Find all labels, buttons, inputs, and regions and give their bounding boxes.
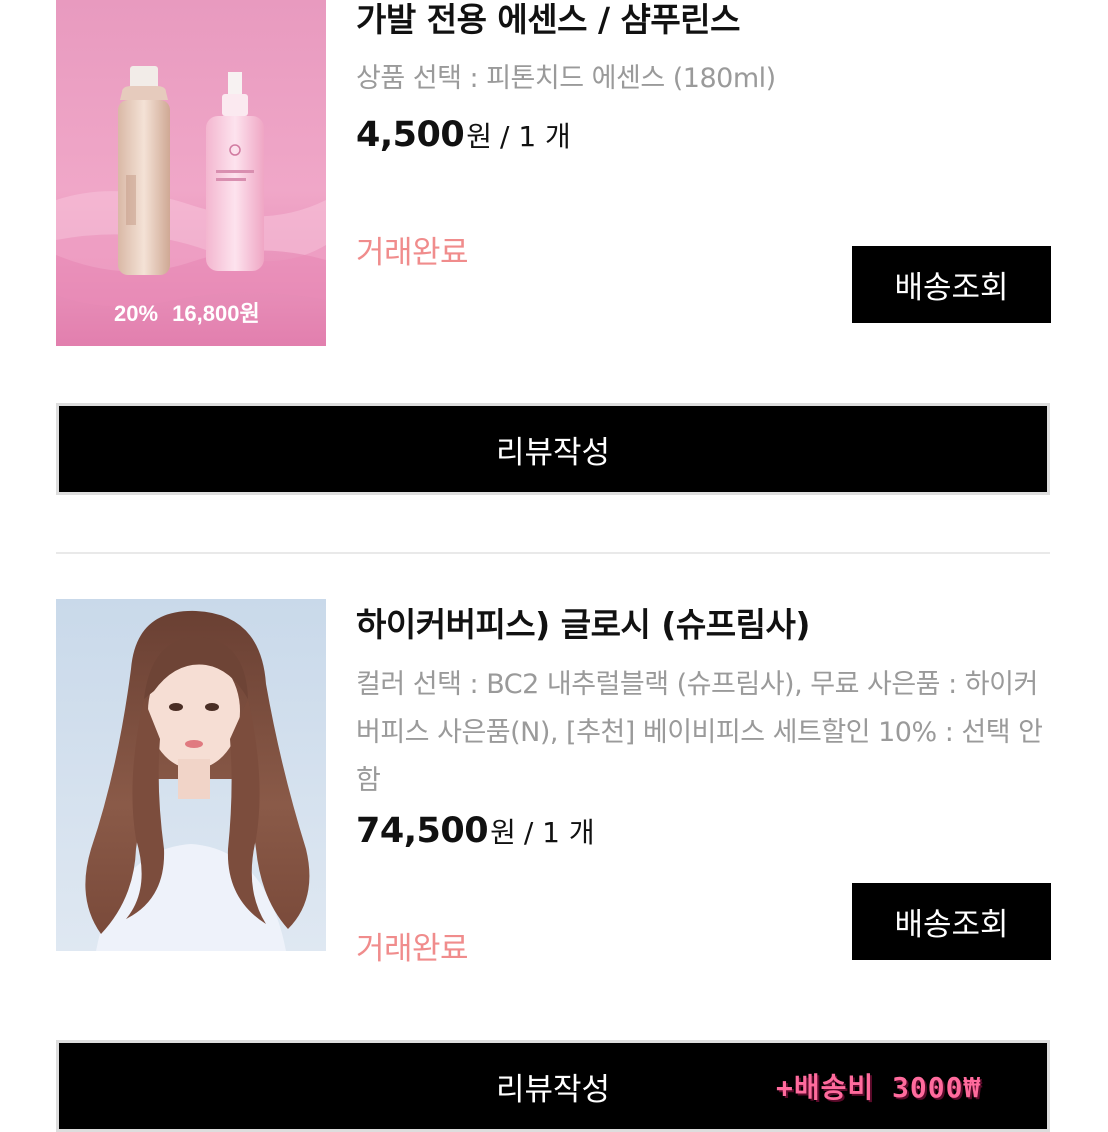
order-status: 거래완료	[356, 235, 469, 271]
write-review-button[interactable]: 리뷰작성	[56, 403, 1050, 495]
quantity: / 1 개	[499, 120, 571, 153]
price-row: 74,500원/ 1 개	[356, 811, 595, 851]
price-value: 74,500	[356, 811, 489, 851]
essence-bottles-image	[56, 0, 326, 346]
product-image[interactable]	[56, 599, 326, 951]
discount-price: 16,800원	[172, 301, 260, 326]
product-option: 컬러 선택 : BC2 내추럴블랙 (슈프림사), 무료 사은품 : 하이커버피…	[356, 669, 1043, 796]
divider	[56, 552, 1050, 554]
image-discount-text: 20% 16,800원	[114, 296, 260, 328]
product-option: 상품 선택 : 피톤치드 에센스 (180ml)	[356, 63, 776, 94]
discount-percent: 20%	[114, 301, 159, 326]
currency: 원	[466, 120, 492, 153]
quantity: / 1 개	[523, 816, 595, 849]
model-hair-image	[56, 599, 326, 951]
product-title[interactable]: 하이커버피스) 글로시 (슈프림사)	[356, 598, 810, 646]
track-delivery-button[interactable]: 배송조회	[852, 246, 1051, 323]
order-status: 거래완료	[356, 931, 469, 967]
product-title[interactable]: 가발 전용 에센스 / 샴푸린스	[356, 0, 740, 41]
price-value: 4,500	[356, 115, 465, 155]
price-row: 4,500원/ 1 개	[356, 115, 571, 155]
shipping-fee-badge: +배송비 3000₩	[776, 1071, 982, 1104]
currency: 원	[490, 816, 516, 849]
product-image[interactable]: 20% 16,800원	[56, 0, 326, 346]
track-delivery-button[interactable]: 배송조회	[852, 883, 1051, 960]
